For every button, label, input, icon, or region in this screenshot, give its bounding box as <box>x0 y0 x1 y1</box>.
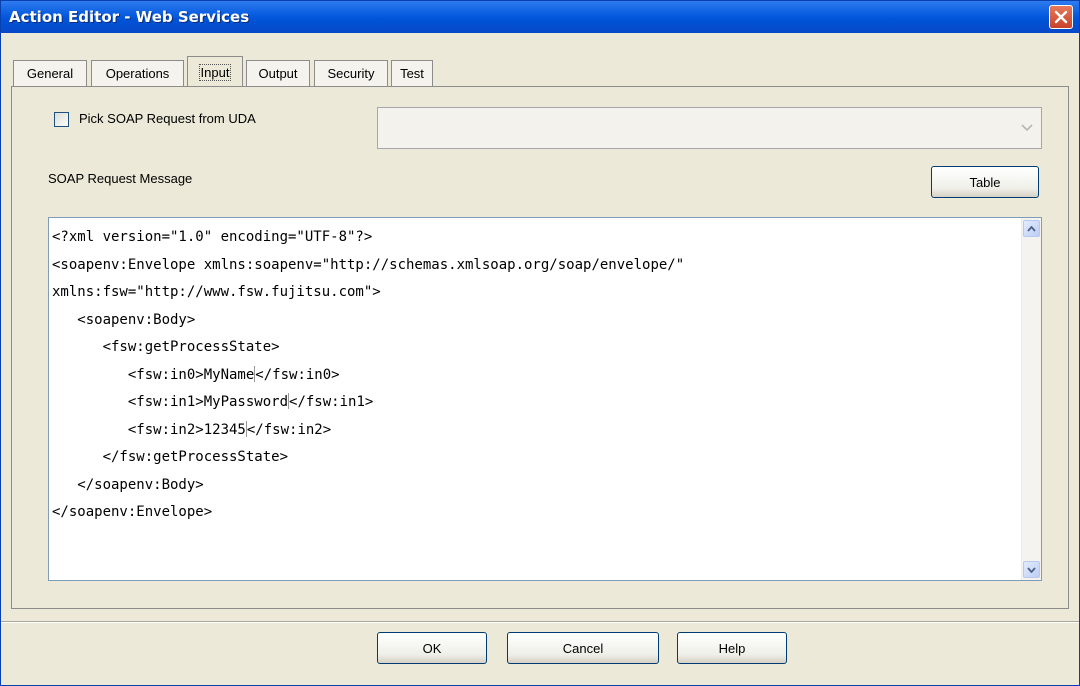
code-line: <fsw:in1>MyPassword <box>52 394 289 410</box>
title-bar[interactable]: Action Editor - Web Services <box>1 1 1079 33</box>
code-line: <fsw:in2>12345 <box>52 421 246 438</box>
code-line: </soapenv:Envelope> <box>52 504 213 520</box>
close-icon <box>1054 10 1068 24</box>
tab-operations[interactable]: Operations <box>91 60 184 86</box>
table-button[interactable]: Table <box>931 166 1039 198</box>
code-line: </soapenv:Body> <box>52 476 204 493</box>
tab-test[interactable]: Test <box>391 60 433 86</box>
footer-divider <box>1 621 1079 623</box>
code-line: </fsw:getProcessState> <box>52 449 289 465</box>
action-editor-dialog: Action Editor - Web Services General Ope… <box>0 0 1080 686</box>
soap-request-message-label: SOAP Request Message <box>48 171 193 186</box>
pick-soap-request-label: Pick SOAP Request from UDA <box>79 111 256 126</box>
uda-select[interactable] <box>377 107 1042 149</box>
cancel-button[interactable]: Cancel <box>507 632 659 664</box>
window-title: Action Editor - Web Services <box>9 8 250 26</box>
code-line: <fsw:in0>MyName <box>52 366 255 383</box>
scroll-down-icon[interactable] <box>1023 561 1040 578</box>
help-button[interactable]: Help <box>677 632 787 664</box>
code-line: xmlns:fsw="http://www.fsw.fujitsu.com"> <box>52 284 381 300</box>
code-line: </fsw:in1> <box>289 394 374 410</box>
pick-soap-request-checkbox[interactable] <box>54 112 69 127</box>
soap-request-editor[interactable]: <?xml version="1.0" encoding="UTF-8"?> <… <box>48 217 1042 581</box>
tab-output[interactable]: Output <box>246 60 310 86</box>
close-button[interactable] <box>1049 5 1073 29</box>
chevron-down-icon[interactable] <box>1017 118 1037 138</box>
scroll-up-icon[interactable] <box>1023 220 1040 237</box>
xml-code[interactable]: <?xml version="1.0" encoding="UTF-8"?> <… <box>52 224 1019 527</box>
tab-input[interactable]: Input <box>187 56 243 87</box>
tab-general[interactable]: General <box>13 60 87 86</box>
vertical-scrollbar[interactable] <box>1021 218 1041 580</box>
code-line: <?xml version="1.0" encoding="UTF-8"?> <box>52 229 373 245</box>
code-line: <soapenv:Body> <box>52 311 196 328</box>
code-line: <fsw:getProcessState> <box>52 339 280 355</box>
ok-button[interactable]: OK <box>377 632 487 664</box>
tab-security[interactable]: Security <box>314 60 388 86</box>
code-line: </fsw:in0> <box>255 366 340 383</box>
code-line: </fsw:in2> <box>246 421 332 438</box>
code-line: <soapenv:Envelope xmlns:soapenv="http://… <box>52 256 685 273</box>
